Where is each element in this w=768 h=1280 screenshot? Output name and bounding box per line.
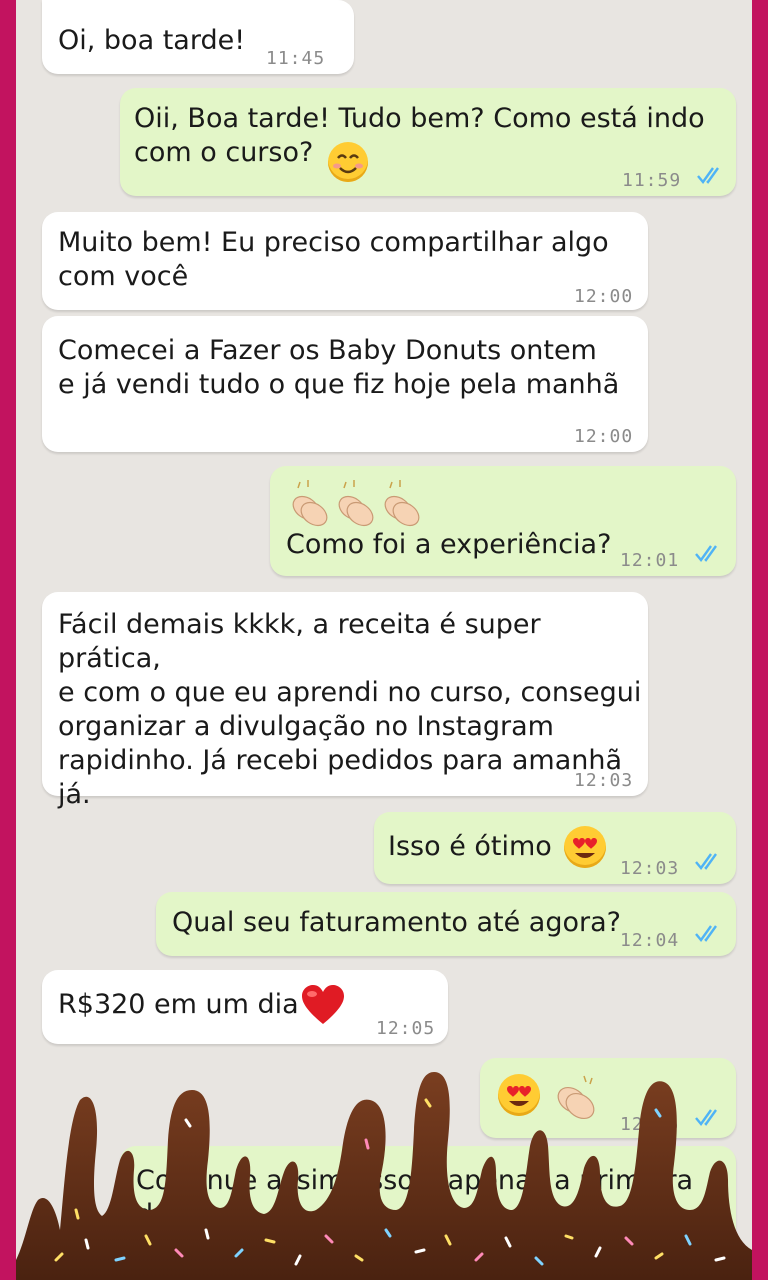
double-check-icon bbox=[695, 853, 717, 870]
message-text: Qual seu faturamento até agora? bbox=[172, 907, 621, 938]
message-time: 11:45 bbox=[266, 48, 326, 69]
message-incoming[interactable]: Oi, boa tarde! 11:45 bbox=[42, 0, 354, 74]
message-outgoing[interactable]: Oii, Boa tarde! Tudo bem? Como está indo… bbox=[120, 88, 736, 196]
message-time: 12:01 bbox=[620, 550, 680, 571]
double-check-icon bbox=[697, 167, 719, 184]
message-time: 11:59 bbox=[622, 170, 682, 191]
message-time: 12:00 bbox=[574, 426, 634, 447]
message-incoming[interactable]: Comecei a Fazer os Baby Donuts ontem e j… bbox=[42, 316, 648, 452]
message-text: Isso é ótimo bbox=[388, 831, 552, 862]
message-text: Muito bem! Eu preciso compartilhar algo … bbox=[58, 227, 609, 292]
red-heart-emoji-icon bbox=[300, 984, 346, 1035]
message-incoming[interactable]: R$320 em um dia 12:05 bbox=[42, 970, 448, 1044]
double-check-icon bbox=[695, 545, 717, 562]
message-time: 12:04 bbox=[620, 930, 680, 951]
smiling-face-emoji-icon bbox=[328, 142, 368, 182]
message-outgoing[interactable]: Isso é ótimo 12:03 bbox=[374, 812, 736, 884]
message-text: R$320 em um dia bbox=[58, 989, 299, 1020]
double-check-icon bbox=[695, 925, 717, 942]
message-text: Como foi a experiência? bbox=[286, 529, 612, 560]
message-outgoing[interactable]: Como foi a experiência? 12:01 bbox=[270, 466, 736, 576]
message-time: 12:03 bbox=[574, 770, 634, 791]
message-time: 12:03 bbox=[620, 858, 680, 879]
message-time: 12:00 bbox=[574, 286, 634, 307]
message-time: 12:05 bbox=[376, 1018, 436, 1039]
heart-eyes-face-emoji-icon bbox=[564, 826, 606, 868]
chocolate-drip-decoration bbox=[16, 1072, 752, 1280]
message-text: Comecei a Fazer os Baby Donuts ontem e j… bbox=[58, 335, 620, 400]
message-text: Fácil demais kkkk, a receita é super prá… bbox=[58, 609, 642, 810]
message-incoming[interactable]: Muito bem! Eu preciso compartilhar algo … bbox=[42, 212, 648, 310]
message-incoming[interactable]: Fácil demais kkkk, a receita é super prá… bbox=[42, 592, 648, 810]
message-text: Oi, boa tarde! bbox=[58, 25, 246, 56]
message-text: Oii, Boa tarde! Tudo bem? Como está indo… bbox=[134, 103, 705, 168]
chat-area: Oi, boa tarde! 11:45 Oii, Boa tarde! Tud… bbox=[16, 0, 752, 1280]
message-outgoing[interactable]: Qual seu faturamento até agora? 12:04 bbox=[156, 892, 736, 956]
